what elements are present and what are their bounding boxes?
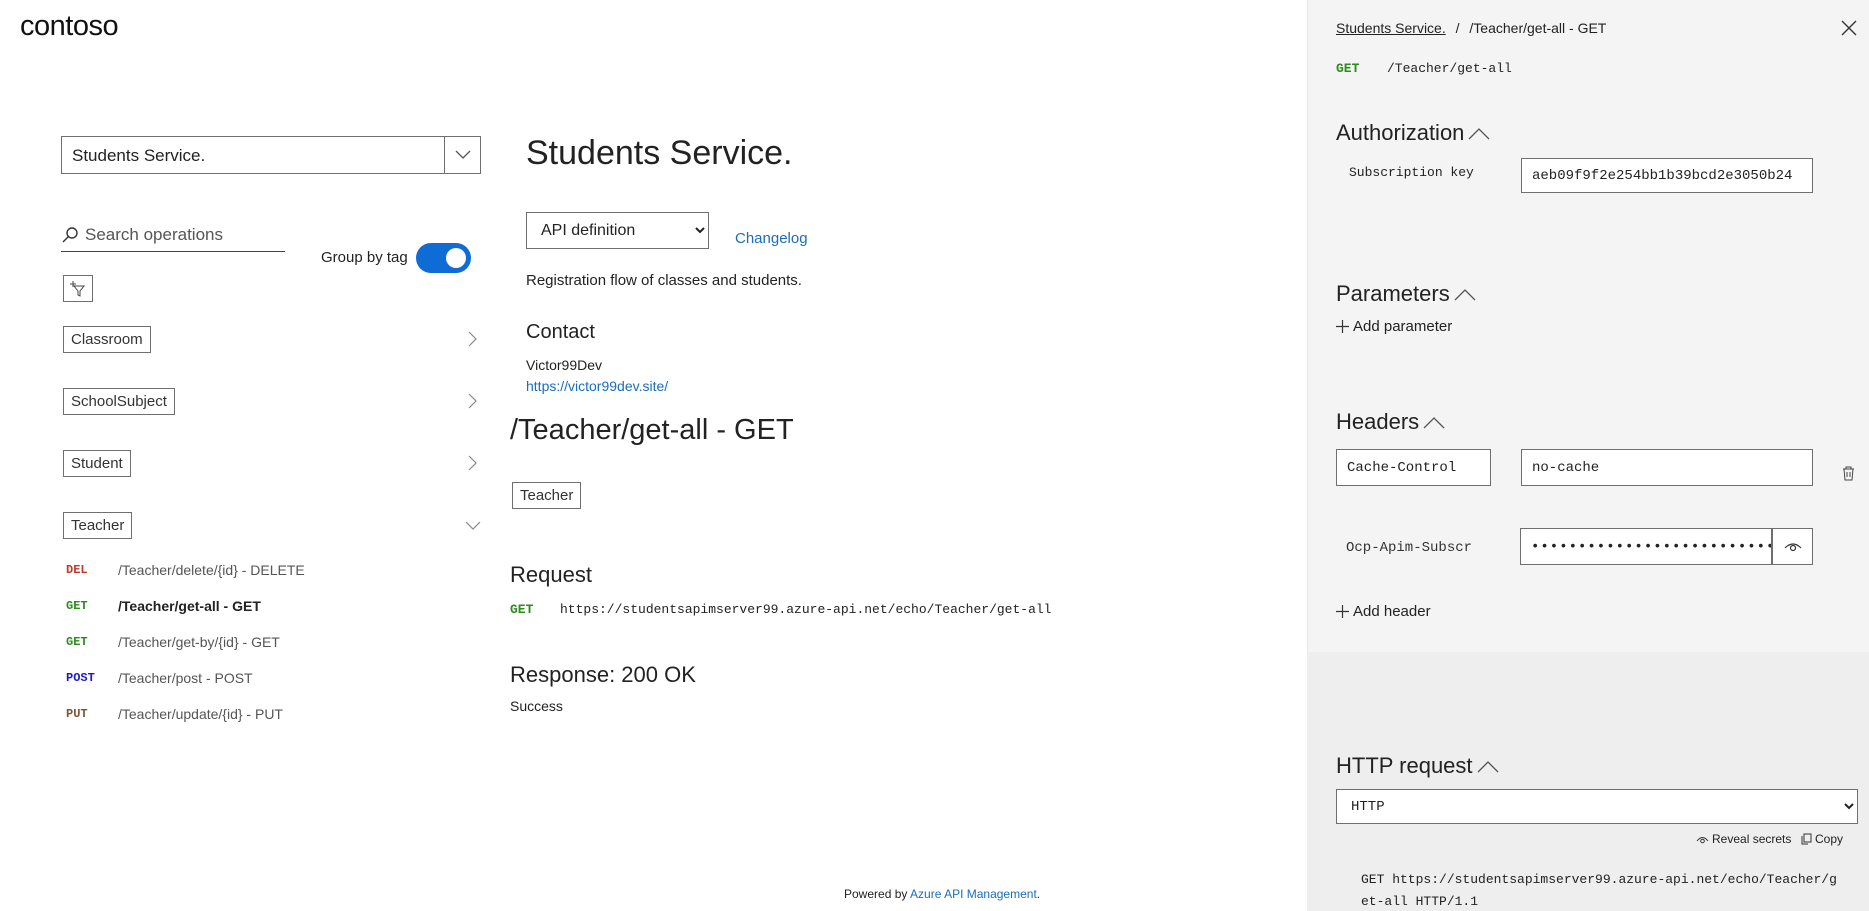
add-parameter-button[interactable]: Add parameter [1336,318,1452,335]
breadcrumb-current: /Teacher/get-all - GET [1469,20,1607,36]
brand-logo[interactable]: contoso [20,10,119,43]
footer: Powered by Azure API Management. [844,887,1040,901]
contact-url-link[interactable]: https://victor99dev.site/ [526,378,668,394]
method-badge: GET [66,599,88,613]
api-selector-value: Students Service. [72,146,206,165]
request-method: GET [510,602,534,617]
code-line: GET https://studentsapimserver99.azure-a… [1361,872,1837,887]
footer-prefix: Powered by [844,887,911,901]
tag-teacher[interactable]: Teacher [63,512,133,539]
panel-path: /Teacher/get-all [1387,61,1512,76]
panel-method: GET [1336,61,1360,76]
operation-title: /Teacher/get-all - GET [510,414,794,446]
method-badge: PUT [66,707,88,721]
tag-schoolsubject[interactable]: SchoolSubject [63,388,175,415]
http-format-select[interactable]: HTTP [1336,789,1858,824]
copy-button[interactable]: Copy [1801,832,1843,846]
http-request-heading: HTTP request [1336,753,1473,778]
subscription-header-value[interactable]: •••••••••••••••••••••••••• [1520,528,1772,565]
request-url: https://studentsapimserver99.azure-api.n… [560,602,1052,617]
method-badge: DEL [66,563,88,577]
header-name-readonly: Ocp-Apim-Subscr [1346,540,1473,556]
authorization-heading: Authorization [1336,120,1465,145]
operation-item[interactable]: PUT /Teacher/update/{id} - PUT [66,706,283,722]
http-request-code: GET https://studentsapimserver99.azure-a… [1361,869,1841,911]
panel-operation-line: GET /Teacher/get-all [1336,61,1512,76]
chevron-up-icon [1454,289,1476,301]
filter-icon [70,280,86,297]
reveal-secrets-button[interactable]: Reveal secrets [1696,832,1791,846]
authorization-section-toggle[interactable]: Authorization [1336,120,1490,146]
copy-icon [1801,833,1812,845]
operation-path: /Teacher/update/{id} - PUT [118,706,283,722]
add-header-label: Add header [1353,603,1431,620]
plus-icon [1336,605,1349,618]
chevron-up-icon [1477,761,1499,773]
header-name-input[interactable]: Cache-Control [1336,449,1491,486]
api-description: Registration flow of classes and student… [526,272,802,289]
operation-path: /Teacher/get-all - GET [118,598,261,614]
http-request-section-toggle[interactable]: HTTP request [1336,753,1499,779]
operation-item-active[interactable]: GET /Teacher/get-all - GET [66,598,261,614]
chevron-right-icon[interactable] [464,393,480,409]
method-badge: POST [66,671,95,685]
contact-heading: Contact [526,321,595,343]
operation-item[interactable]: GET /Teacher/get-by/{id} - GET [66,634,280,650]
api-title: Students Service. [526,134,793,172]
breadcrumb: Students Service. / /Teacher/get-all - G… [1336,20,1606,36]
reveal-secrets-label: Reveal secrets [1712,832,1792,846]
chevron-up-icon [1468,128,1490,140]
chevron-down-icon[interactable] [444,137,480,173]
subscription-key-label: Subscription key [1349,165,1474,180]
footer-suffix: . [1036,887,1041,901]
method-badge: GET [66,635,88,649]
chevron-down-icon[interactable] [465,517,481,533]
toggle-knob [446,248,466,268]
plus-icon [1336,320,1349,333]
operation-path: /Teacher/get-by/{id} - GET [118,634,280,650]
tag-classroom[interactable]: Classroom [63,326,151,353]
close-icon[interactable] [1841,20,1857,36]
request-heading: Request [510,562,592,587]
add-parameter-label: Add parameter [1353,318,1453,335]
subscription-key-input[interactable]: aeb09f9f2e254bb1b39bcd2e3050b24 [1521,158,1813,193]
response-heading: Response: 200 OK [510,662,696,687]
eye-icon [1784,542,1801,551]
header-value-input[interactable]: no-cache [1521,449,1813,486]
group-by-tag-toggle[interactable] [416,243,471,273]
api-selector[interactable]: Students Service. [61,136,481,174]
parameters-section-toggle[interactable]: Parameters [1336,281,1476,307]
filter-button[interactable] [63,275,93,302]
azure-api-management-link[interactable]: Azure API Management [910,887,1037,901]
breadcrumb-separator: / [1455,20,1460,36]
trash-icon[interactable] [1842,466,1855,481]
chevron-right-icon[interactable] [464,331,480,347]
group-by-tag-label: Group by tag [321,249,408,266]
operation-path: /Teacher/delete/{id} - DELETE [118,562,305,578]
headers-section-toggle[interactable]: Headers [1336,409,1445,435]
chevron-up-icon [1423,417,1445,429]
reveal-value-button[interactable] [1772,528,1813,565]
operation-item[interactable]: POST /Teacher/post - POST [66,670,253,686]
search-input[interactable] [85,224,275,245]
api-definition-select[interactable]: API definition [526,212,709,249]
operation-path: /Teacher/post - POST [118,670,253,686]
contact-name: Victor99Dev [526,357,603,373]
copy-label: Copy [1815,832,1844,846]
operation-tag[interactable]: Teacher [512,482,582,509]
response-description: Success [510,698,563,714]
eye-icon [1696,836,1709,843]
changelog-link[interactable]: Changelog [735,230,808,247]
request-line: GET https://studentsapimserver99.azure-a… [510,602,1051,617]
parameters-heading: Parameters [1336,281,1450,306]
breadcrumb-root-link[interactable]: Students Service. [1336,20,1446,36]
chevron-right-icon[interactable] [464,455,480,471]
add-header-button[interactable]: Add header [1336,603,1431,620]
tag-student[interactable]: Student [63,450,131,477]
headers-heading: Headers [1336,409,1420,434]
search-icon [61,226,85,244]
operation-item[interactable]: DEL /Teacher/delete/{id} - DELETE [66,562,305,578]
code-line: et-all HTTP/1.1 [1361,894,1479,909]
search-operations[interactable] [61,218,285,252]
